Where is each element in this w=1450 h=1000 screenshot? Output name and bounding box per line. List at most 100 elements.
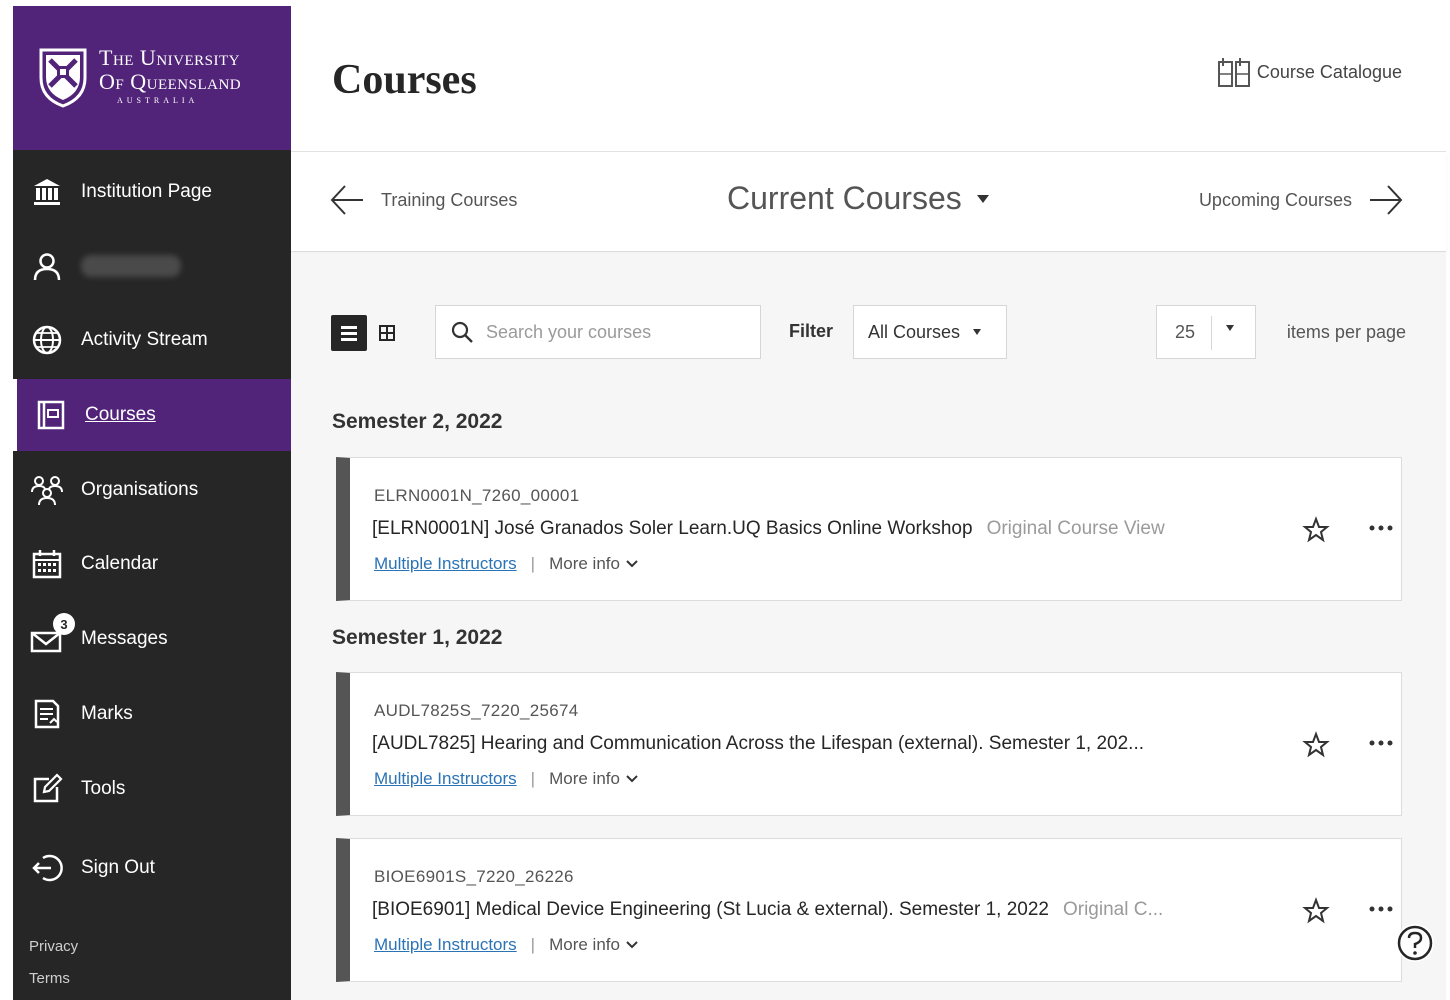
sidebar-item-label: Calendar xyxy=(81,553,159,574)
current-term-dropdown[interactable]: Current Courses xyxy=(727,180,990,217)
tools-icon xyxy=(29,771,65,807)
current-term-label: Current Courses xyxy=(727,180,962,216)
sidebar-item-institution-page[interactable]: Institution Page xyxy=(13,156,291,228)
grid-icon xyxy=(379,325,395,341)
course-card: ELRN0001N_7260_00001 [ELRN0001N] José Gr… xyxy=(336,457,1402,601)
more-info-toggle[interactable]: More info xyxy=(549,554,638,574)
favorite-star-icon[interactable] xyxy=(1302,731,1330,759)
course-code: BIOE6901S_7220_26226 xyxy=(374,867,574,886)
chevron-down-icon xyxy=(626,560,638,568)
sidebar-item-courses[interactable]: Courses xyxy=(13,379,291,451)
courses-icon xyxy=(33,397,69,433)
instructors-link[interactable]: Multiple Instructors xyxy=(374,935,517,955)
dropdown-divider xyxy=(1211,316,1212,350)
page-header: Courses Course Catalogue xyxy=(291,6,1446,152)
university-name-line2: Of Queensland xyxy=(99,69,242,94)
course-view-tag: Original Course View xyxy=(986,518,1165,539)
course-title-text: [AUDL7825] Hearing and Communication Acr… xyxy=(372,733,1145,754)
sidebar-item-label: Tools xyxy=(81,778,126,799)
sidebar-item-label: Organisations xyxy=(81,479,199,500)
organisations-icon xyxy=(29,472,65,508)
more-options-button[interactable] xyxy=(1366,899,1396,919)
caret-down-icon xyxy=(1226,325,1234,331)
sidebar-item-marks[interactable]: Marks xyxy=(13,678,291,750)
course-meta: Multiple Instructors | More info xyxy=(374,769,638,789)
course-catalogue-button[interactable]: Course Catalogue xyxy=(1217,56,1402,88)
list-view-toggle[interactable] xyxy=(331,315,367,351)
sidebar-item-label: Activity Stream xyxy=(81,329,208,350)
more-info-label: More info xyxy=(549,935,620,954)
ellipsis-icon xyxy=(1369,740,1393,746)
previous-term-button[interactable]: Training Courses xyxy=(329,182,517,218)
institution-icon xyxy=(29,174,65,210)
user-icon xyxy=(29,248,65,284)
university-name: The University Of Queensland AUSTRALIA xyxy=(99,45,242,106)
sidebar-item-activity-stream[interactable]: Activity Stream xyxy=(13,304,291,376)
help-icon[interactable] xyxy=(1396,924,1434,962)
sidebar-item-calendar[interactable]: Calendar xyxy=(13,528,291,600)
filter-value: All Courses xyxy=(868,321,961,342)
instructors-link[interactable]: Multiple Instructors xyxy=(374,554,517,574)
course-card: BIOE6901S_7220_26226 [BIOE6901] Medical … xyxy=(336,838,1402,982)
meta-separator: | xyxy=(530,554,536,573)
crest-icon xyxy=(39,48,87,108)
university-name-line1: The University xyxy=(99,45,240,70)
redacted-username xyxy=(81,255,181,277)
arrow-left-icon xyxy=(330,185,363,215)
sidebar: The University Of Queensland AUSTRALIA I… xyxy=(13,6,291,1000)
semester-heading: Semester 1, 2022 xyxy=(332,626,503,649)
more-options-button[interactable] xyxy=(1366,518,1396,538)
items-per-page-dropdown[interactable]: 25 xyxy=(1156,305,1256,359)
items-per-page-value: 25 xyxy=(1175,322,1196,342)
ellipsis-icon xyxy=(1369,906,1393,912)
catalogue-icon xyxy=(1217,58,1250,87)
calendar-icon xyxy=(29,546,65,582)
sidebar-item-sign-out[interactable]: Sign Out xyxy=(13,832,291,904)
more-info-toggle[interactable]: More info xyxy=(549,935,638,955)
terms-link[interactable]: Terms xyxy=(29,970,70,987)
more-info-label: More info xyxy=(549,554,620,573)
instructors-link[interactable]: Multiple Instructors xyxy=(374,769,517,789)
course-catalogue-label: Course Catalogue xyxy=(1256,61,1402,82)
search-input[interactable] xyxy=(486,321,746,343)
arrow-right-icon xyxy=(1370,185,1403,215)
sidebar-item-profile[interactable] xyxy=(13,230,291,302)
sidebar-item-label: Courses xyxy=(85,404,156,425)
university-country: AUSTRALIA xyxy=(117,96,199,105)
globe-icon xyxy=(29,322,65,358)
sidebar-item-tools[interactable]: Tools xyxy=(13,753,291,825)
course-search xyxy=(435,305,761,359)
messages-count-badge: 3 xyxy=(53,613,75,635)
sidebar-item-label: Sign Out xyxy=(81,857,155,878)
course-title-link[interactable]: [ELRN0001N] José Granados Soler Learn.UQ… xyxy=(372,518,1165,540)
items-per-page-label: items per page xyxy=(1286,322,1406,342)
course-code: ELRN0001N_7260_00001 xyxy=(374,486,580,505)
more-info-label: More info xyxy=(549,769,620,788)
sidebar-item-label: Institution Page xyxy=(81,181,212,202)
course-title-text: [ELRN0001N] José Granados Soler Learn.UQ… xyxy=(372,518,973,539)
privacy-link[interactable]: Privacy xyxy=(29,938,78,955)
list-icon xyxy=(341,326,357,341)
chevron-down-icon xyxy=(626,775,638,783)
page-title: Courses xyxy=(332,57,477,103)
more-info-toggle[interactable]: More info xyxy=(549,769,638,789)
grid-view-toggle[interactable] xyxy=(369,315,405,351)
course-card: AUDL7825S_7220_25674 [AUDL7825] Hearing … xyxy=(336,672,1402,816)
chevron-down-icon xyxy=(626,941,638,949)
filter-dropdown[interactable]: All Courses xyxy=(853,305,1007,359)
previous-term-label: Training Courses xyxy=(381,189,518,210)
course-title-link[interactable]: [BIOE6901] Medical Device Engineering (S… xyxy=(372,899,1163,921)
course-list-area: Filter All Courses 25 items per page Sem… xyxy=(291,253,1446,1000)
caret-down-icon xyxy=(973,329,982,335)
course-toolbar: Filter All Courses 25 items per page xyxy=(331,305,1406,359)
next-term-label: Upcoming Courses xyxy=(1198,189,1352,210)
sidebar-item-messages[interactable]: 3 Messages xyxy=(13,603,291,675)
sidebar-item-organisations[interactable]: Organisations xyxy=(13,454,291,526)
search-icon xyxy=(451,321,473,343)
next-term-button[interactable]: Upcoming Courses xyxy=(1199,182,1404,218)
course-title-link[interactable]: [AUDL7825] Hearing and Communication Acr… xyxy=(372,733,1144,755)
university-logo[interactable]: The University Of Queensland AUSTRALIA xyxy=(13,6,291,150)
favorite-star-icon[interactable] xyxy=(1302,897,1330,925)
favorite-star-icon[interactable] xyxy=(1302,516,1330,544)
more-options-button[interactable] xyxy=(1366,733,1396,753)
